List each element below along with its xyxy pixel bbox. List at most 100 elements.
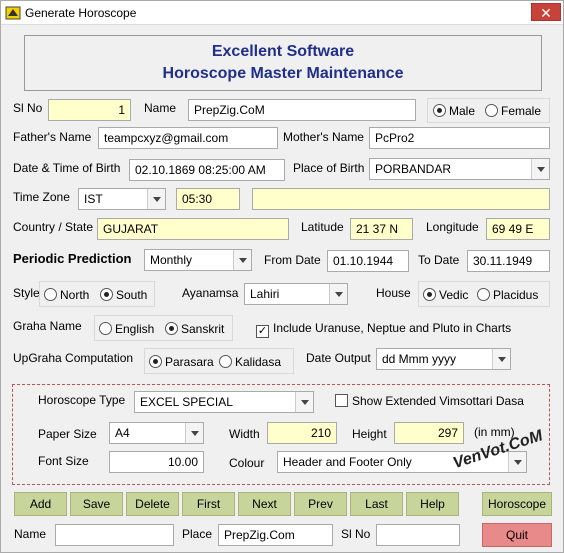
checkbox-empty-icon	[335, 394, 348, 407]
radio-selected-icon	[165, 322, 178, 335]
name-label: Name	[144, 101, 177, 115]
app-icon	[5, 6, 21, 20]
height-field[interactable]: 297	[394, 422, 464, 444]
kalidasa-radio[interactable]: Kalidasa	[219, 355, 281, 369]
to-date-field[interactable]: 30.11.1949	[467, 250, 550, 272]
radio-unselected-icon	[477, 288, 490, 301]
to-date-label: To Date	[418, 253, 460, 267]
date-output-select[interactable]: dd Mmm yyyy	[376, 348, 511, 370]
time-offset-field[interactable]: 05:30	[176, 188, 240, 210]
sanskrit-radio[interactable]: Sanskrit	[165, 322, 224, 336]
from-date-label: From Date	[264, 253, 321, 267]
country-state-field[interactable]: GUJARAT	[97, 218, 289, 240]
module-title: Horoscope Master Maintenance	[162, 65, 404, 82]
fathers-name-field[interactable]: teampcxyz@gmail.com	[98, 127, 278, 149]
latitude-field[interactable]: 21 37 N	[350, 218, 413, 240]
next-button[interactable]: Next	[238, 492, 291, 516]
mothers-name-label: Mother's Name	[283, 130, 364, 144]
longitude-label: Longitude	[426, 220, 479, 234]
north-label: North	[60, 288, 90, 302]
prev-button[interactable]: Prev	[294, 492, 347, 516]
parasara-radio[interactable]: Parasara	[149, 355, 214, 369]
chevron-down-icon	[185, 423, 203, 443]
horoscope-window: Generate Horoscope ✕ Excellent Software …	[0, 0, 564, 553]
radio-selected-icon	[433, 104, 446, 117]
kalidasa-label: Kalidasa	[235, 355, 282, 369]
bottom-sl-no-label: Sl No	[341, 527, 371, 541]
mothers-name-field[interactable]: PcPro2	[369, 127, 550, 149]
place-of-birth-select[interactable]: PORBANDAR	[369, 158, 550, 180]
name-field[interactable]: PrepZig.CoM	[188, 99, 416, 121]
bottom-sl-no-field[interactable]	[376, 524, 460, 546]
date-time-birth-label: Date & Time of Birth	[13, 161, 121, 175]
time-zone-select[interactable]: IST	[78, 188, 166, 210]
sl-no-field[interactable]: 1	[48, 99, 131, 121]
horoscope-button[interactable]: Horoscope	[482, 492, 552, 516]
male-label: Male	[449, 104, 476, 118]
periodic-prediction-select[interactable]: Monthly	[144, 249, 252, 271]
radio-unselected-icon	[485, 104, 498, 117]
sl-no-label: Sl No	[13, 101, 43, 115]
english-radio[interactable]: English	[99, 322, 154, 336]
north-radio[interactable]: North	[44, 288, 89, 302]
upgraha-group: Parasara Kalidasa	[144, 348, 294, 374]
include-outer-planets-checkbox[interactable]: ✓ Include Uranuse, Neptue and Pluto in Ch…	[256, 321, 511, 338]
save-button[interactable]: Save	[70, 492, 123, 516]
width-label: Width	[229, 427, 260, 441]
radio-unselected-icon	[44, 288, 57, 301]
english-label: English	[115, 322, 155, 336]
help-button[interactable]: Help	[406, 492, 459, 516]
male-radio[interactable]: Male	[433, 104, 475, 118]
vedic-radio[interactable]: Vedic	[423, 288, 468, 302]
sanskrit-label: Sanskrit	[181, 322, 225, 336]
add-button[interactable]: Add	[14, 492, 67, 516]
radio-unselected-icon	[99, 322, 112, 335]
time-extra-field[interactable]	[252, 188, 550, 210]
latitude-label: Latitude	[301, 220, 344, 234]
chevron-down-icon	[329, 284, 347, 304]
font-size-label: Font Size	[38, 454, 89, 468]
width-field[interactable]: 210	[267, 422, 337, 444]
close-window-button[interactable]: ✕	[531, 3, 561, 21]
paper-size-select[interactable]: A4	[109, 422, 204, 444]
placidus-label: Placidus	[493, 288, 539, 302]
delete-button[interactable]: Delete	[126, 492, 179, 516]
house-label: House	[376, 286, 411, 300]
female-radio[interactable]: Female	[485, 104, 541, 118]
ayanamsa-value: Lahiri	[250, 287, 280, 301]
bottom-place-label: Place	[182, 527, 213, 541]
south-radio[interactable]: South	[100, 288, 147, 302]
date-output-value: dd Mmm yyyy	[382, 352, 457, 366]
paper-size-label: Paper Size	[38, 427, 97, 441]
graha-group: English Sanskrit	[94, 315, 233, 341]
ayanamsa-select[interactable]: Lahiri	[244, 283, 348, 305]
quit-button[interactable]: Quit	[482, 523, 552, 547]
include-outer-planets-label: Include Uranuse, Neptue and Pluto in Cha…	[273, 321, 512, 335]
longitude-field[interactable]: 69 49 E	[486, 218, 550, 240]
fathers-name-label: Father's Name	[13, 130, 92, 144]
country-state-label: Country / State	[13, 220, 94, 234]
checkmark-icon: ✓	[256, 325, 269, 338]
first-button[interactable]: First	[182, 492, 235, 516]
last-button[interactable]: Last	[350, 492, 403, 516]
colour-value: Header and Footer Only	[283, 455, 412, 469]
extended-vimsottari-label: Show Extended Vimsottari Dasa	[352, 394, 524, 408]
time-zone-value: IST	[84, 192, 103, 206]
bottom-name-label: Name	[14, 527, 47, 541]
ayanamsa-label: Ayanamsa	[182, 286, 239, 300]
bottom-place-field[interactable]: PrepZig.Com	[218, 524, 333, 546]
bottom-name-field[interactable]	[55, 524, 174, 546]
date-time-birth-field[interactable]: 02.10.1869 08:25:00 AM	[129, 159, 285, 181]
extended-vimsottari-checkbox[interactable]: Show Extended Vimsottari Dasa	[335, 394, 524, 408]
upgraha-computation-label: UpGraha Computation	[13, 351, 134, 365]
placidus-radio[interactable]: Placidus	[477, 288, 538, 302]
house-group: Vedic Placidus	[418, 281, 550, 307]
horoscope-type-select[interactable]: EXCEL SPECIAL	[134, 391, 314, 413]
horoscope-type-value: EXCEL SPECIAL	[140, 395, 233, 409]
parasara-label: Parasara	[165, 355, 214, 369]
window-title: Generate Horoscope	[25, 6, 137, 20]
chevron-down-icon	[147, 189, 165, 209]
from-date-field[interactable]: 01.10.1944	[327, 250, 409, 272]
font-size-field[interactable]: 10.00	[109, 451, 204, 473]
colour-label: Colour	[229, 456, 265, 470]
